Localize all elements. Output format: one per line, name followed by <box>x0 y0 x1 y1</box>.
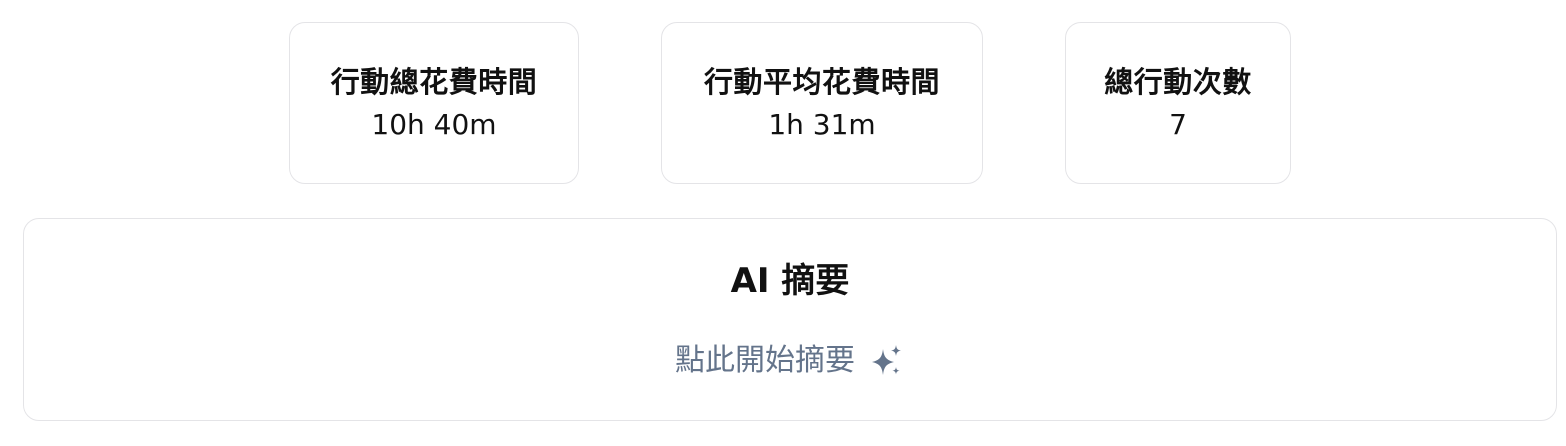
stat-label: 行動總花費時間 <box>330 65 538 100</box>
stat-card-action-count: 總行動次數 7 <box>1065 22 1291 184</box>
ai-summary-card: AI 摘要 點此開始摘要 <box>23 218 1557 421</box>
stat-label: 行動平均花費時間 <box>703 65 940 100</box>
stat-value: 7 <box>1169 107 1187 141</box>
start-summary-label: 點此開始摘要 <box>675 343 855 378</box>
stat-card-average-time: 行動平均花費時間 1h 31m <box>661 22 983 184</box>
stat-card-total-time: 行動總花費時間 10h 40m <box>289 22 579 184</box>
ai-summary-title: AI 摘要 <box>730 261 850 301</box>
sparkles-icon <box>869 343 905 379</box>
start-summary-button[interactable]: 點此開始摘要 <box>24 343 1556 379</box>
stat-value: 10h 40m <box>371 107 497 141</box>
stat-value: 1h 31m <box>768 107 876 141</box>
stat-label: 總行動次數 <box>1104 65 1252 100</box>
